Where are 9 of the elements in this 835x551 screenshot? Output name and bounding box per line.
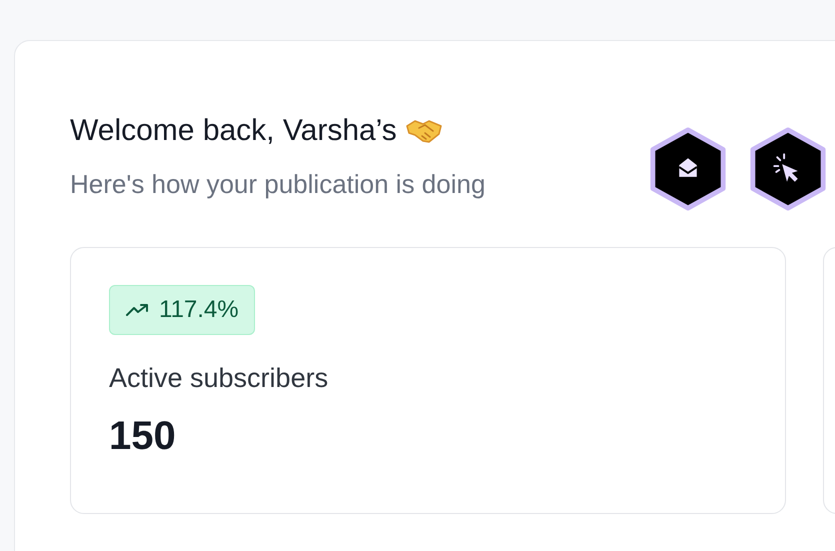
handshake-icon [404,118,443,144]
trend-up-icon [125,302,151,318]
stat-label: Active subscribers [109,363,330,394]
change-percent: 117.4% [159,296,239,324]
welcome-heading: Welcome back, Varsha’s [70,113,397,149]
envelope-hexagon-icon[interactable] [648,127,728,211]
subtitle: Here's how your publication is doing [70,169,486,200]
stat-value: 150 [109,414,177,459]
cursor-click-hexagon-icon[interactable] [748,127,828,211]
